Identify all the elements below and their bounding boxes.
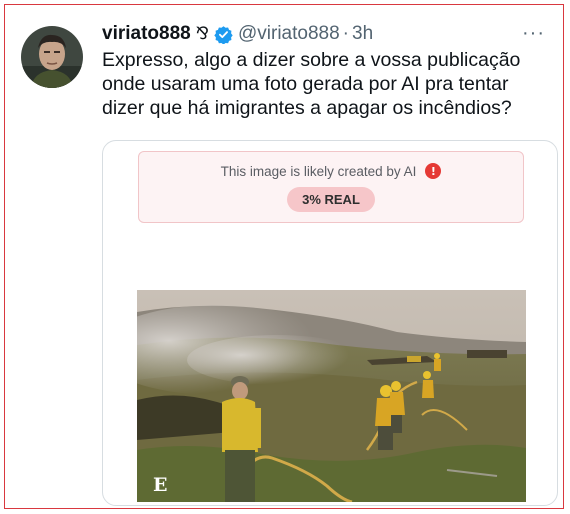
separator-dot: · bbox=[342, 23, 349, 44]
more-options-icon[interactable]: ··· bbox=[522, 23, 545, 43]
tweet-text: Expresso, algo a dizer sobre a vossa pub… bbox=[102, 49, 521, 119]
verified-badge-icon bbox=[214, 25, 233, 44]
avatar-image bbox=[21, 26, 83, 88]
display-name[interactable]: viriato888 bbox=[102, 23, 191, 45]
publisher-watermark: E bbox=[153, 474, 168, 496]
tweet-timestamp[interactable]: 3h bbox=[352, 23, 373, 45]
user-handle[interactable]: @viriato888 bbox=[238, 23, 340, 45]
screenshot-frame: viriato888 ⅋ @viriato888 · 3h ··· Expres… bbox=[4, 4, 564, 509]
warning-icon: ! bbox=[425, 163, 442, 179]
ai-notice-text: This image is likely created by AI bbox=[220, 163, 417, 179]
wildfire-photo-image bbox=[137, 290, 526, 502]
quoted-media-card[interactable]: This image is likely created by AI ! 3% … bbox=[102, 140, 558, 506]
wildfire-photo[interactable]: E bbox=[137, 290, 526, 502]
avatar[interactable] bbox=[21, 26, 83, 88]
real-score-badge: 3% REAL bbox=[287, 187, 375, 212]
ai-detection-notice: This image is likely created by AI ! 3% … bbox=[138, 151, 524, 223]
name-glyph: ⅋ bbox=[195, 24, 209, 43]
tweet-header: viriato888 ⅋ @viriato888 · 3h bbox=[102, 21, 373, 47]
firefighter-5 bbox=[434, 353, 441, 371]
